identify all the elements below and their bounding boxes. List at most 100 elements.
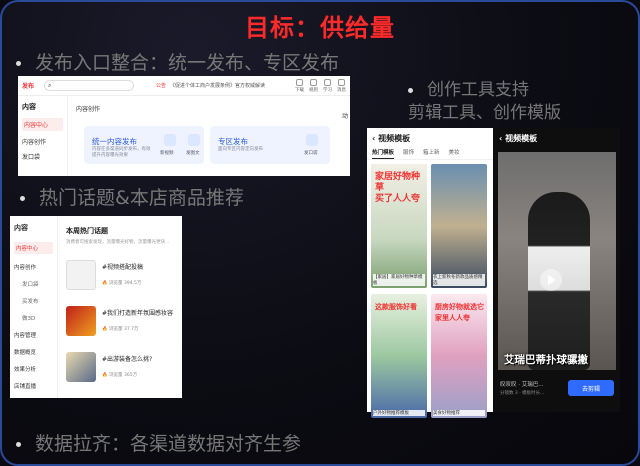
topic-thumbnail (66, 306, 96, 336)
sidebar-item-content-center[interactable]: 内容中心 (22, 118, 63, 131)
tab-hot[interactable]: 热门模板 (372, 148, 395, 159)
bullet-dot (16, 61, 21, 66)
toolbar-learn[interactable]: 学习 (323, 78, 332, 93)
tile-headline: 家居好物种草 买了人人夸 (375, 172, 421, 204)
card-title: 专区发布 (218, 137, 248, 146)
sidebar-item-data-overview[interactable]: 数据概览 (14, 348, 53, 356)
tile-caption: 户外好物推荐模板 (373, 410, 425, 416)
sidebar: 内容 内容中心 内容创作 发口袋 买发布 做3D 内容管理 数据概览 效果分析 … (10, 216, 58, 398)
tab-beauty[interactable]: 美妆 (449, 148, 460, 159)
tile-headline: 这款服饰好看 (375, 303, 417, 311)
bullet-dot (20, 196, 25, 201)
video-subtitle: 艾瑞巴蒂扑球骡撇 (504, 354, 588, 366)
topic-title: #我们打造新年氛围感妆容 (102, 310, 174, 317)
topic-title: #出游装备怎么挑? (102, 356, 153, 363)
bullet-publish-entry: 发布入口整合：统一发布、专区发布 (16, 48, 339, 75)
template-tile[interactable]: 家居好物种草 买了人人夸 【家居】家居好物种草模板 (371, 164, 427, 288)
section-desc: 消费者可搜索发现，流量曝光好物，流量曝光更快... (66, 240, 170, 245)
topic-row[interactable]: #出游装备怎么挑? 🔥 浏览量 365万 (66, 352, 180, 388)
learn-icon (324, 78, 331, 86)
page-title: 内容创作 (76, 106, 101, 113)
card-subtitle: 内容在多渠道同步发布，有效提升内容曝光效果 (92, 147, 151, 158)
topic-views: 🔥 浏览量 365万 (102, 373, 138, 378)
search-input[interactable]: ⌕ (44, 80, 134, 91)
toolbar: 下载 规则 学习 消息 (295, 78, 346, 93)
fire-icon: 🔥 (102, 281, 108, 286)
toolbar-download[interactable]: 下载 (295, 78, 304, 93)
bullet-data-alignment: 数据拉齐：各渠道数据对齐生参 (16, 429, 301, 456)
icon-label: 新视频 (160, 151, 174, 156)
video-preview[interactable]: 艾瑞巴蒂扑球骡撇 (498, 152, 616, 370)
bullet-dot (408, 87, 413, 93)
sidebar-item-content-manage[interactable]: 内容管理 (14, 331, 53, 339)
search-icon: ⌕ (48, 81, 52, 89)
section-title: 本周热门话题 (66, 227, 108, 235)
slide-title: 目标：供给量 (245, 14, 395, 42)
bullet-text: 数据拉齐：各渠道数据对齐生参 (35, 433, 302, 455)
template-tile[interactable]: 这款服饰好看 户外好物推荐模板 (371, 294, 427, 418)
card-title: 统一内容发布 (92, 137, 137, 146)
sidebar-item-pocket[interactable]: 发口袋 (14, 280, 53, 288)
sidebar-item-content-center[interactable]: 内容中心 (14, 242, 53, 254)
sidebar-item-live[interactable]: 店铺直播 (14, 382, 53, 390)
template-tile[interactable]: 衣上新秋冬新款品质感精选 (431, 164, 487, 288)
edit-button[interactable]: 去剪辑 (568, 380, 614, 396)
top-bar: 发布 ⌕ 公告 《促进个体工商户发展条例》官方权威解读 下载 规则 学习 消息 (18, 76, 350, 96)
sidebar-item-effect-analysis[interactable]: 效果分析 (14, 365, 53, 373)
bullet-text: 热门话题&本店商品推荐 (39, 187, 244, 209)
zone-publish-card[interactable]: 专区发布 面向专区内容定向发布 发口袋 (210, 126, 330, 164)
toolbar-rules[interactable]: 规则 (309, 78, 318, 93)
message-icon (338, 78, 345, 86)
tab-new[interactable]: 箱上新 (423, 148, 440, 159)
icon-label: 发图文 (186, 151, 200, 156)
hot-topics-panel-screenshot: 内容 内容中心 内容创作 发口袋 买发布 做3D 内容管理 数据概览 效果分析 … (10, 216, 182, 398)
card-subtitle: 面向专区内容定向发布 (218, 147, 263, 152)
topic-thumbnail (66, 260, 96, 290)
sidebar-title: 内容 (14, 224, 28, 232)
topic-row[interactable]: #我们打造新年氛围感妆容 🔥 浏览量 37.7万 (66, 306, 180, 342)
icon-label: 发口袋 (304, 151, 318, 156)
app-logo: 发布 (22, 83, 35, 90)
bullet-hot-topics: 热门话题&本店商品推荐 (20, 183, 244, 210)
toolbar-messages[interactable]: 消息 (337, 78, 346, 93)
tab-apparel[interactable]: 服饰 (403, 148, 414, 159)
sidebar-item-buy-publish[interactable]: 买发布 (14, 297, 53, 305)
template-tile[interactable]: 厨房好物就选它 家里人人夸 美食好物推荐 (431, 294, 487, 418)
sidebar-title: 内容 (22, 103, 36, 111)
play-icon[interactable] (540, 269, 562, 291)
hot-topics-main: 本周热门话题 消费者可搜索发现，流量曝光好物，流量曝光更快... #视频搭配投稿… (66, 226, 180, 382)
bullet-text: 发布入口整合：统一发布、专区发布 (35, 52, 340, 74)
tile-caption: 美食好物推荐 (433, 410, 485, 416)
template-meta: 分镜数 3 · 模板时长... (500, 391, 545, 396)
sidebar: 内容 内容中心 内容创作 发口袋 (18, 96, 68, 176)
tile-caption: 【家居】家居好物种草模板 (373, 274, 425, 286)
tile-caption: 衣上新秋冬新款品质感精选 (433, 274, 485, 286)
bullet-text: 剪辑工具、创作模版 (408, 103, 561, 123)
topic-thumbnail (66, 352, 96, 382)
download-icon (296, 78, 303, 86)
unified-publish-card[interactable]: 统一内容发布 内容在多渠道同步发布，有效提升内容曝光效果 新视频 发图文 (84, 126, 204, 164)
video-template-preview-screenshot: ‹ 视频模板 艾瑞巴蒂扑球骡撇 叹叹叹 · 艾瑞巴... 分镜数 3 · 模板时… (494, 128, 620, 412)
topic-row[interactable]: #视频搭配投稿 🔥 浏览量 394.5万 (66, 260, 180, 296)
panel-header: ‹ 视频模板 (372, 133, 411, 143)
publish-panel-screenshot: 发布 ⌕ 公告 《促进个体工商户发展条例》官方权威解读 下载 规则 学习 消息 … (18, 76, 350, 176)
edge-label: 动 (341, 113, 348, 120)
topic-views: 🔥 浏览量 394.5万 (102, 281, 142, 286)
sidebar-item-content-create[interactable]: 内容创作 (14, 263, 53, 271)
bullet-text: 创作工具支持 (427, 80, 529, 100)
tile-headline: 厨房好物就选它 家里人人夸 (435, 303, 484, 322)
notice-link[interactable]: 《促进个体工商户发展条例》官方权威解读 (170, 82, 265, 89)
notice-label: 公告 (156, 83, 167, 89)
sidebar-item-pocket[interactable]: 发口袋 (22, 152, 63, 161)
fire-icon: 🔥 (102, 327, 108, 332)
rules-icon (310, 78, 317, 86)
bullet-dot (16, 442, 21, 447)
sidebar-item-3d[interactable]: 做3D (14, 314, 53, 322)
pocket-icon[interactable] (306, 134, 318, 146)
video-icon[interactable] (164, 134, 176, 146)
sidebar-item-content-create[interactable]: 内容创作 (22, 137, 63, 146)
topic-title: #视频搭配投稿 (102, 264, 144, 271)
bullet-creation-tools-line2: 剪辑工具、创作模版 (408, 98, 561, 123)
image-text-icon[interactable] (188, 134, 200, 146)
bullet-creation-tools: 创作工具支持 (408, 75, 529, 100)
